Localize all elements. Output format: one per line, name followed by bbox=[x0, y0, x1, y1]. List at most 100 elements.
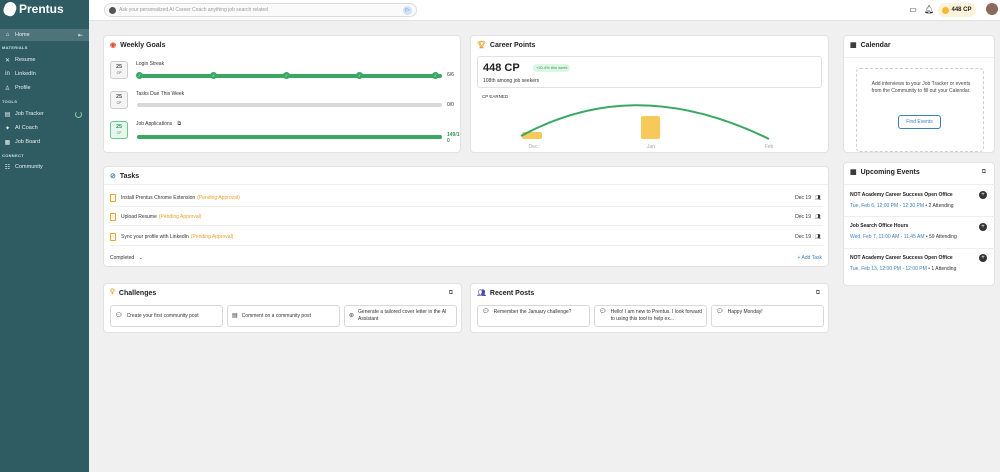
goal-points-unit: CP bbox=[116, 101, 122, 105]
notification-bell-icon[interactable]: 🔔︎ bbox=[924, 5, 934, 15]
x-tick-label: Jan bbox=[647, 144, 655, 150]
goal-points-badge: 25 CP bbox=[110, 61, 128, 79]
add-event-icon[interactable]: + bbox=[979, 223, 987, 231]
post-text: Happy Monday! bbox=[727, 309, 763, 315]
sidebar-item-label: Community bbox=[15, 164, 43, 170]
x-tick-label: Dec bbox=[529, 144, 538, 150]
goal-count: 6/6 bbox=[447, 72, 454, 78]
chevron-down-icon: ⌄ bbox=[138, 255, 143, 261]
send-icon[interactable]: ▷ bbox=[403, 6, 412, 15]
assignees-icon[interactable]: 👥︎ bbox=[815, 214, 821, 220]
tasks-card: ⊘ Tasks ! Install Prentus Chrome Extensi… bbox=[103, 166, 829, 267]
completed-toggle[interactable]: Completed ⌄ bbox=[110, 255, 143, 261]
challenges-card: 💡︎ Challenges ⧉ 💬︎ Create your first com… bbox=[103, 283, 462, 333]
cp-badge[interactable]: 448 CP bbox=[938, 3, 976, 17]
sidebar-item-home[interactable]: ⌂ Home ⇤ bbox=[0, 29, 89, 41]
check-icon: ✓ bbox=[210, 72, 217, 79]
ai-coach-search[interactable]: Ask your personalized AI Career Coach an… bbox=[104, 3, 417, 17]
task-row[interactable]: ! Install Prentus Chrome Extension (Pend… bbox=[110, 190, 823, 207]
clipboard-icon: ! bbox=[110, 213, 116, 221]
task-row[interactable]: ! Sync your profile with LinkedIn (Pendi… bbox=[110, 229, 823, 246]
home-icon: ⌂ bbox=[5, 32, 10, 38]
brand[interactable]: Prentus bbox=[1, 0, 64, 18]
event-title: NOT Academy Career Success Open Office bbox=[850, 192, 953, 198]
card-title-text: Tasks bbox=[119, 172, 140, 180]
progress-fill bbox=[137, 135, 442, 139]
recent-posts-card: 👥︎ Recent Posts ⧉ 💬︎ Remember the Januar… bbox=[470, 283, 829, 333]
event-item[interactable]: Job Search Office Hours Wed, Feb 7, 11:0… bbox=[850, 223, 993, 240]
assignees-icon[interactable]: 👥︎ bbox=[815, 234, 821, 240]
sidebar-item-profile[interactable]: ♙ Profile bbox=[0, 82, 89, 94]
post-chip[interactable]: 💬︎ Happy Monday! bbox=[711, 305, 824, 327]
event-item[interactable]: NOT Academy Career Success Open Office T… bbox=[850, 255, 993, 272]
search-input[interactable]: Ask your personalized AI Career Coach an… bbox=[119, 7, 268, 13]
event-attending: • 1 Attending bbox=[926, 266, 957, 272]
section-tools: TOOLS bbox=[2, 99, 18, 104]
event-time: Tue, Feb 13, 12:00 PM - 12:00 PM bbox=[850, 266, 927, 272]
coin-icon bbox=[942, 6, 950, 14]
goal-count: 149/10 bbox=[447, 132, 460, 144]
sidebar-item-job-tracker[interactable]: ▤ Job Tracker bbox=[0, 108, 89, 120]
career-points-card: 🏆︎ Career Points 448 CP +20.4% this week… bbox=[470, 35, 829, 153]
challenge-chip[interactable]: ⊛ Generate a tailored cover letter in th… bbox=[344, 305, 457, 327]
add-task-button[interactable]: + Add Task bbox=[797, 255, 822, 261]
resume-icon: ✕ bbox=[4, 57, 11, 64]
inbox-icon[interactable]: ▭ bbox=[908, 5, 918, 15]
task-status: (Pending Approval) bbox=[190, 234, 234, 240]
bar-jan bbox=[641, 116, 660, 139]
post-chip[interactable]: 💬︎ Hello! I am new to Prentus. I look fo… bbox=[594, 305, 707, 327]
sidebar-item-linkedin[interactable]: in LinkedIn bbox=[0, 68, 89, 80]
divider bbox=[844, 184, 999, 185]
post-chip[interactable]: 💬︎ Remember the January challenge? bbox=[477, 305, 590, 327]
target-icon: ◉ bbox=[110, 42, 117, 49]
calendar-title: ▦ Calendar bbox=[850, 41, 891, 50]
linkedin-icon: in bbox=[5, 71, 10, 77]
comment-icon: ▤ bbox=[232, 312, 238, 319]
add-event-icon[interactable]: + bbox=[979, 191, 987, 199]
card-title-text: Upcoming Events bbox=[860, 168, 920, 176]
challenge-chip[interactable]: ▤ Comment on a community post bbox=[227, 305, 340, 327]
task-date: Dec 19 bbox=[795, 234, 811, 240]
post-text: Hello! I am new to Prentus. I look forwa… bbox=[610, 309, 703, 322]
open-link-icon[interactable]: ⧉ bbox=[178, 121, 182, 127]
people-icon: 👥︎ bbox=[477, 290, 486, 297]
check-icon: ✓ bbox=[136, 72, 143, 79]
add-event-icon[interactable]: + bbox=[979, 254, 987, 262]
prentus-logo-icon bbox=[1, 0, 19, 18]
cp-badge-value: 448 CP bbox=[951, 7, 972, 13]
sidebar-item-ai-coach[interactable]: ✦ AI Coach bbox=[0, 122, 89, 134]
goal-label: Tasks Due This Week bbox=[136, 91, 185, 97]
card-title-text: Challenges bbox=[118, 289, 157, 297]
profile-icon: ♙ bbox=[4, 85, 11, 92]
trophy-icon: 🏆︎ bbox=[477, 42, 486, 49]
collapse-sidebar-icon[interactable]: ⇤ bbox=[78, 32, 83, 39]
sidebar-item-job-board[interactable]: ▦ Job Board bbox=[0, 136, 89, 148]
user-avatar[interactable] bbox=[986, 3, 998, 15]
cp-value: 448 CP bbox=[483, 62, 520, 74]
cp-earned-chart: Dec Jan Feb bbox=[520, 104, 774, 150]
task-date: Dec 19 bbox=[795, 214, 811, 220]
sidebar-item-resume[interactable]: ✕ Resume bbox=[0, 54, 89, 66]
open-challenges-icon[interactable]: ⧉ bbox=[449, 290, 453, 297]
weekly-goals-card: ◉ Weekly Goals 25 CP Login Streak ✓ ✓ ✓ … bbox=[103, 35, 461, 153]
sidebar-item-label: LinkedIn bbox=[15, 71, 36, 77]
task-status: (Pending Approval) bbox=[197, 195, 240, 201]
event-item[interactable]: NOT Academy Career Success Open Office T… bbox=[850, 192, 993, 209]
sidebar-item-community[interactable]: ☷ Community bbox=[0, 161, 89, 173]
sidebar-item-label: Profile bbox=[15, 85, 31, 91]
post-text: Remember the January challenge? bbox=[493, 309, 572, 315]
goal-points: 25 bbox=[115, 124, 123, 130]
event-attending: • 2 Attending bbox=[924, 203, 954, 209]
find-events-button[interactable]: Find Events bbox=[898, 115, 941, 129]
goal-count: 0/0 bbox=[447, 102, 454, 108]
open-posts-icon[interactable]: ⧉ bbox=[816, 290, 820, 297]
assignees-icon[interactable]: 👥︎ bbox=[815, 195, 821, 201]
goal-points: 25 bbox=[115, 94, 123, 100]
task-row[interactable]: ! Upload Resume (Pending Approval) Dec 1… bbox=[110, 209, 823, 226]
challenge-chip[interactable]: 💬︎ Create your first community post bbox=[110, 305, 223, 327]
challenge-text: Create your first community post bbox=[126, 312, 199, 319]
goal-points-unit: CP bbox=[116, 71, 122, 75]
open-events-icon[interactable]: ⧉ bbox=[982, 169, 986, 176]
weekly-goals-title: ◉ Weekly Goals bbox=[110, 41, 166, 50]
divider bbox=[844, 216, 999, 217]
